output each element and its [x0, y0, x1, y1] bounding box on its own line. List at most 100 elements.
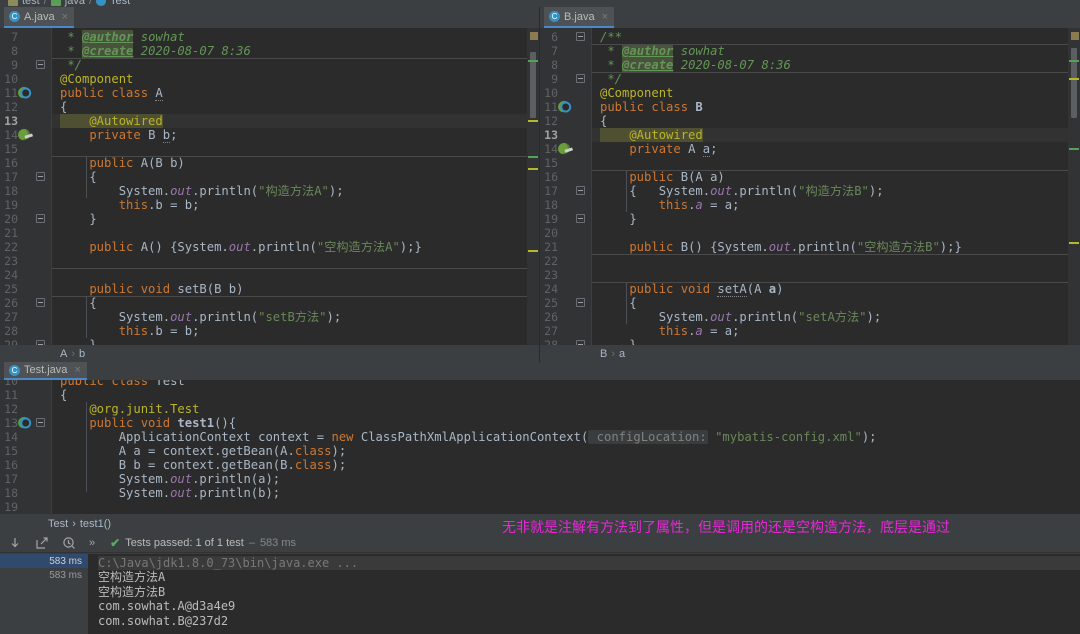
code-token: {: [60, 388, 67, 402]
code-token: B: [155, 156, 170, 170]
console-output[interactable]: C:\Java\jdk1.8.0_73\bin\java.exe ...空构造方…: [88, 554, 1080, 634]
breadcrumb-segment-Test[interactable]: Test: [110, 0, 130, 7]
line-number: 10: [0, 380, 18, 388]
gutter-right[interactable]: 6789101112131415161718192021222324252627…: [540, 28, 592, 362]
fold-toggle-icon[interactable]: [576, 74, 585, 83]
code-token: .println(: [192, 310, 258, 324]
method-separator: [52, 268, 539, 269]
java-class-icon: C: [549, 11, 560, 22]
console-line: com.sowhat.A@d3a4e9: [98, 599, 1080, 613]
error-stripe-left[interactable]: [527, 28, 539, 362]
tab-B-java[interactable]: C B.java ×: [544, 7, 614, 28]
stripe-mark-warn[interactable]: [1069, 78, 1079, 80]
error-stripe-right[interactable]: [1068, 28, 1080, 362]
stripe-mark-sq[interactable]: [530, 32, 538, 40]
tab-A-java[interactable]: C A.java ×: [4, 7, 74, 28]
breadcrumb-member[interactable]: test1(): [80, 518, 111, 530]
test-tree-row[interactable]: 583 ms: [0, 568, 88, 582]
console-line: 空构造方法A: [98, 570, 1080, 584]
history-icon[interactable]: [62, 536, 76, 550]
code-line: * @author sowhat: [600, 44, 725, 58]
code-token: public: [60, 240, 141, 254]
tab-Test-java[interactable]: C Test.java ×: [4, 362, 87, 380]
code-token: A: [141, 156, 148, 170]
fold-toggle-icon[interactable]: [36, 214, 45, 223]
fold-toggle-icon[interactable]: [576, 186, 585, 195]
code-line: public class B: [600, 100, 703, 114]
more-options-icon[interactable]: »: [89, 537, 95, 549]
close-icon[interactable]: ×: [62, 11, 68, 23]
run-test-icon[interactable]: [18, 417, 30, 429]
breadcrumb-class[interactable]: A: [60, 348, 67, 360]
line-number: 16: [540, 170, 558, 184]
project-breadcrumb: test / java / Test: [0, 0, 1080, 7]
code-token: private: [60, 128, 148, 142]
fold-toggle-icon[interactable]: [36, 418, 45, 427]
code-token: );: [862, 430, 877, 444]
line-number: 18: [0, 184, 18, 198]
gutter-bottom[interactable]: 10111213141516171819: [0, 380, 52, 514]
stripe-mark-warn[interactable]: [528, 250, 538, 252]
close-icon[interactable]: ×: [602, 11, 608, 23]
stripe-mark-warn[interactable]: [528, 120, 538, 122]
code-token: );: [867, 310, 882, 324]
method-separator: [52, 156, 539, 157]
fold-toggle-icon[interactable]: [36, 60, 45, 69]
fold-toggle-icon[interactable]: [576, 214, 585, 223]
test-tree-row[interactable]: 583 ms: [0, 554, 88, 568]
code-token: @author: [82, 30, 133, 44]
code-line: public class Test: [60, 380, 185, 388]
fold-toggle-icon[interactable]: [36, 298, 45, 307]
breadcrumb-class[interactable]: B: [600, 348, 607, 360]
code-area-left[interactable]: 7891011121314151617181920212223242526272…: [0, 28, 539, 362]
code-line: private B b;: [60, 128, 177, 142]
code-token: {: [60, 170, 97, 184]
gutter-left[interactable]: 7891011121314151617181920212223242526272…: [0, 28, 52, 362]
stripe-mark-ok[interactable]: [1069, 148, 1079, 150]
stripe-mark-warn[interactable]: [1069, 242, 1079, 244]
code-area-bottom[interactable]: 10111213141516171819 public class Test{ …: [0, 380, 1080, 514]
code-token: 2020-08-07 8:36: [133, 44, 250, 58]
code-area-right[interactable]: 6789101112131415161718192021222324252627…: [540, 28, 1080, 362]
indent-guide: [86, 296, 87, 338]
code-line: ApplicationContext context = new ClassPa…: [60, 430, 877, 444]
breadcrumb-segment-java[interactable]: java: [65, 0, 85, 7]
code-token: a: [695, 198, 702, 212]
test-tree[interactable]: 583 ms583 ms: [0, 554, 88, 634]
code-token: A: [141, 240, 148, 254]
line-number: 22: [0, 240, 18, 254]
check-icon: ✔: [110, 536, 120, 550]
code-token: (: [207, 282, 214, 296]
spring-bean-icon[interactable]: [558, 101, 570, 113]
code-token: public class: [60, 86, 155, 100]
line-number: 19: [0, 500, 18, 514]
code-token: *: [60, 30, 82, 44]
breadcrumb-member[interactable]: b: [79, 348, 85, 360]
export-icon[interactable]: [35, 536, 49, 550]
code-token: .println(a);: [192, 472, 280, 486]
stripe-mark-ok[interactable]: [528, 156, 538, 158]
spring-bean-arrow-icon[interactable]: [18, 129, 30, 141]
scroll-to-end-icon[interactable]: [8, 536, 22, 550]
spring-bean-icon[interactable]: [18, 87, 30, 99]
stripe-mark-sq[interactable]: [1071, 32, 1079, 40]
stripe-mark-ok[interactable]: [1069, 60, 1079, 62]
code-token: "setA方法": [798, 310, 866, 324]
scrollbar-thumb[interactable]: [1071, 48, 1077, 118]
breadcrumb-class[interactable]: Test: [48, 518, 68, 530]
fold-toggle-icon[interactable]: [576, 298, 585, 307]
close-icon[interactable]: ×: [74, 364, 80, 376]
fold-toggle-icon[interactable]: [576, 32, 585, 41]
code-token: @author: [622, 44, 673, 58]
method-separator: [52, 58, 539, 59]
stripe-mark-warn[interactable]: [528, 168, 538, 170]
fold-toggle-icon[interactable]: [36, 172, 45, 181]
spring-bean-arrow-icon[interactable]: [558, 143, 570, 155]
code-token: );: [332, 444, 347, 458]
editor-pane-left: C A.java × 78910111213141516171819202122…: [0, 7, 540, 362]
breadcrumb-member[interactable]: a: [619, 348, 625, 360]
code-token: "构造方法B": [798, 184, 869, 198]
stripe-mark-ok[interactable]: [528, 60, 538, 62]
breadcrumb-segment-test[interactable]: test: [22, 0, 40, 7]
code-token: {: [60, 296, 97, 310]
